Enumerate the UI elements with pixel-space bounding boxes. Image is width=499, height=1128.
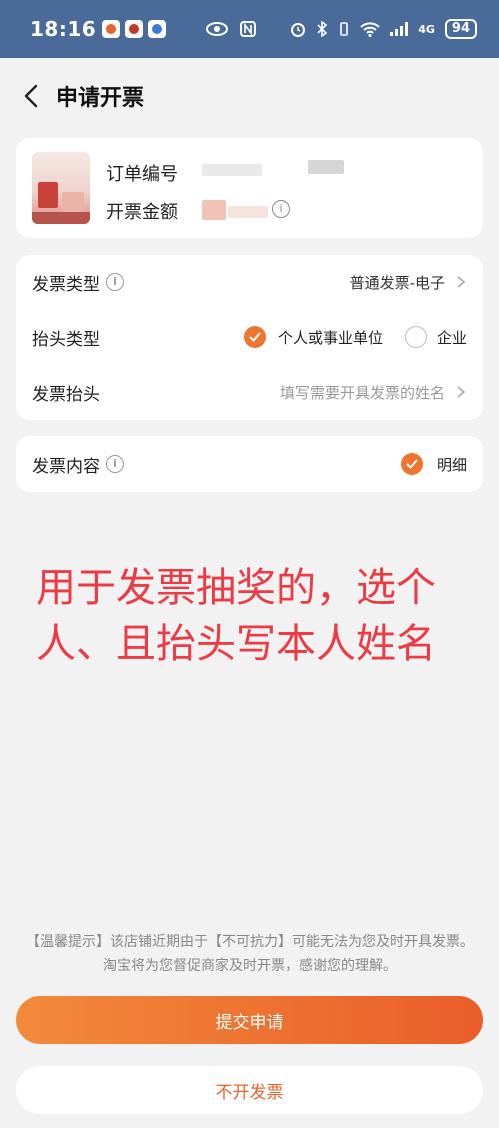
check-icon [249,332,261,342]
page-title: 申请开票 [56,86,145,111]
radio-personal[interactable] [243,326,266,348]
redacted-amount [228,206,268,218]
notification-icons [102,20,167,38]
vibrate-icon [340,22,349,36]
page-header: 申请开票 [0,58,499,134]
redacted-order-number [202,164,262,176]
title-type-radio-group: 个人或事业单位 企业 [243,326,467,348]
invoice-content-label: 发票内容 [32,456,100,477]
invoice-title-row[interactable]: 发票抬头 填写需要开具发票的姓名 [32,365,467,419]
info-icon[interactable]: i [106,455,124,473]
alarm-icon [291,23,306,37]
order-summary-card: 订单编号 开票金额 i [16,138,483,238]
no-invoice-button[interactable]: 不开发票 [16,1066,483,1114]
invoice-details-card: 发票类型 i 普通发票-电子 抬头类型 个人或事业单位 企业 发票抬头 填写需要… [16,255,483,420]
invoice-content-card: 发票内容 i 明细 [16,436,483,492]
back-button[interactable] [8,73,54,119]
app-notification-icon [125,20,144,38]
check-icon [406,459,418,469]
content-radio-group: 明细 [400,453,467,475]
invoice-type-row[interactable]: 发票类型 i 普通发票-电子 [32,255,467,309]
app-notification-icon [102,20,121,38]
title-type-row: 抬头类型 个人或事业单位 企业 [32,310,467,364]
bluetooth-icon [317,21,328,37]
product-thumbnail [32,152,90,224]
nfc-icon [240,21,257,37]
radio-detail-label[interactable]: 明细 [437,454,467,475]
redacted-order-number [308,160,344,174]
signal-icon [390,22,409,36]
battery-indicator: 94 [444,19,477,39]
network-type: 4G [418,22,435,36]
invoice-title-label: 发票抬头 [32,384,100,405]
title-type-label: 抬头类型 [32,329,100,350]
radio-detail[interactable] [400,453,423,475]
back-arrow-icon [24,84,38,108]
notice-text: 【温馨提示】该店铺近期由于【不可抗力】可能无法为您及时开具发票。淘宝将为您督促商… [26,934,474,974]
radio-personal-label[interactable]: 个人或事业单位 [278,327,383,348]
status-time: 18:16 [30,17,97,41]
invoice-content-row: 发票内容 i 明细 [32,437,467,491]
chevron-right-icon [457,276,466,288]
info-icon[interactable]: i [106,273,124,291]
redacted-amount [202,200,226,220]
invoice-amount-label: 开票金额 [106,202,178,223]
invoice-type-label: 发票类型 [32,274,100,295]
annotation-text: 用于发票抽奖的，选个人、且抬头写本人姓名 [36,565,436,667]
invoice-title-input[interactable]: 填写需要开具发票的姓名 [280,382,445,403]
status-bar: 18:16 4G 94 [0,0,499,58]
chevron-right-icon [457,386,466,398]
invoice-type-value: 普通发票-电子 [349,273,445,292]
app-notification-icon [148,20,167,38]
wifi-icon [360,22,380,37]
radio-enterprise[interactable] [404,326,427,348]
radio-enterprise-label[interactable]: 企业 [437,327,467,348]
submit-button[interactable]: 提交申请 [16,996,483,1044]
eye-icon [206,22,229,36]
info-icon[interactable]: i [272,200,290,218]
order-number-label: 订单编号 [106,164,178,185]
